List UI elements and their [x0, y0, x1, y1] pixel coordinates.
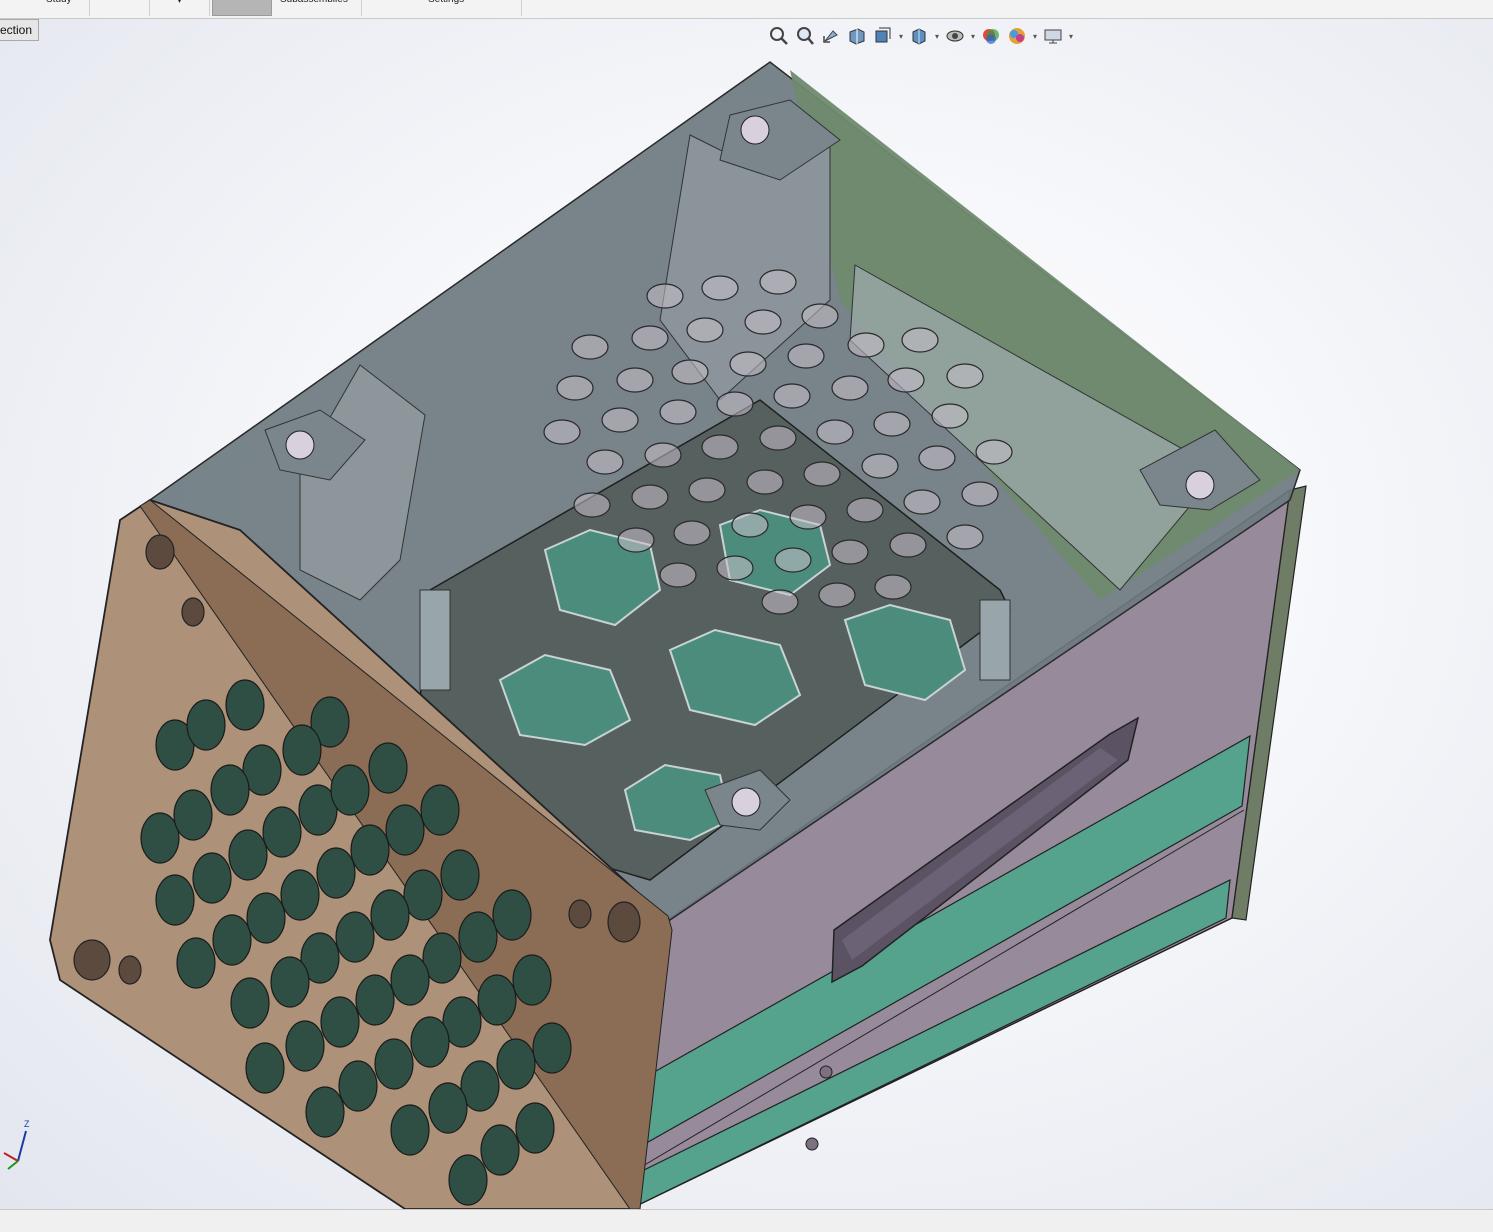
- ribbon-tab-dropdown[interactable]: ▾: [150, 0, 210, 16]
- view-settings-icon[interactable]: [1040, 24, 1066, 48]
- hide-show-items-icon[interactable]: [942, 24, 968, 48]
- screw-hole: [819, 1065, 833, 1079]
- display-style-icon[interactable]: [906, 24, 932, 48]
- ribbon-tab-subassemblies[interactable]: Subassemblies: [272, 0, 362, 16]
- heads-up-view-toolbar: ▾ ▾ ▾ ▾ ▾: [766, 23, 1076, 49]
- standoff-post: [419, 589, 451, 691]
- section-view-tab[interactable]: ection: [0, 19, 40, 41]
- zoom-to-fit-icon[interactable]: [766, 24, 792, 48]
- triad-z-label: Z: [24, 1119, 30, 1129]
- ribbon-tab-settings[interactable]: Settings: [362, 0, 522, 16]
- command-manager-ribbon: Study ▾ Subassemblies Settings: [0, 0, 1493, 19]
- chevron-down-icon[interactable]: ▾: [896, 24, 906, 48]
- graphics-area[interactable]: ection ▾ ▾ ▾ ▾ ▾ Z: [0, 19, 1493, 1209]
- status-bar: [0, 1209, 1493, 1232]
- chevron-down-icon[interactable]: ▾: [1066, 24, 1076, 48]
- section-view-icon[interactable]: [844, 24, 870, 48]
- zoom-to-area-icon[interactable]: [792, 24, 818, 48]
- standoff-post: [979, 599, 1011, 681]
- section-view-tab-label: ection: [0, 23, 33, 37]
- view-orientation-icon[interactable]: [870, 24, 896, 48]
- ribbon-tab-blank-1[interactable]: [90, 0, 150, 16]
- screw-hole: [805, 1137, 819, 1151]
- chevron-down-icon[interactable]: ▾: [932, 24, 942, 48]
- ribbon-tab-selected[interactable]: [212, 0, 272, 16]
- apply-scene-icon[interactable]: [1004, 24, 1030, 48]
- assembly-model: [49, 61, 1307, 1209]
- ribbon-tab-study[interactable]: Study: [38, 0, 90, 16]
- edit-appearance-icon[interactable]: [978, 24, 1004, 48]
- reference-triad: Z: [0, 1117, 40, 1173]
- previous-view-icon[interactable]: [818, 24, 844, 48]
- chevron-down-icon[interactable]: ▾: [1030, 24, 1040, 48]
- chevron-down-icon: ▾: [177, 0, 182, 5]
- chevron-down-icon[interactable]: ▾: [968, 24, 978, 48]
